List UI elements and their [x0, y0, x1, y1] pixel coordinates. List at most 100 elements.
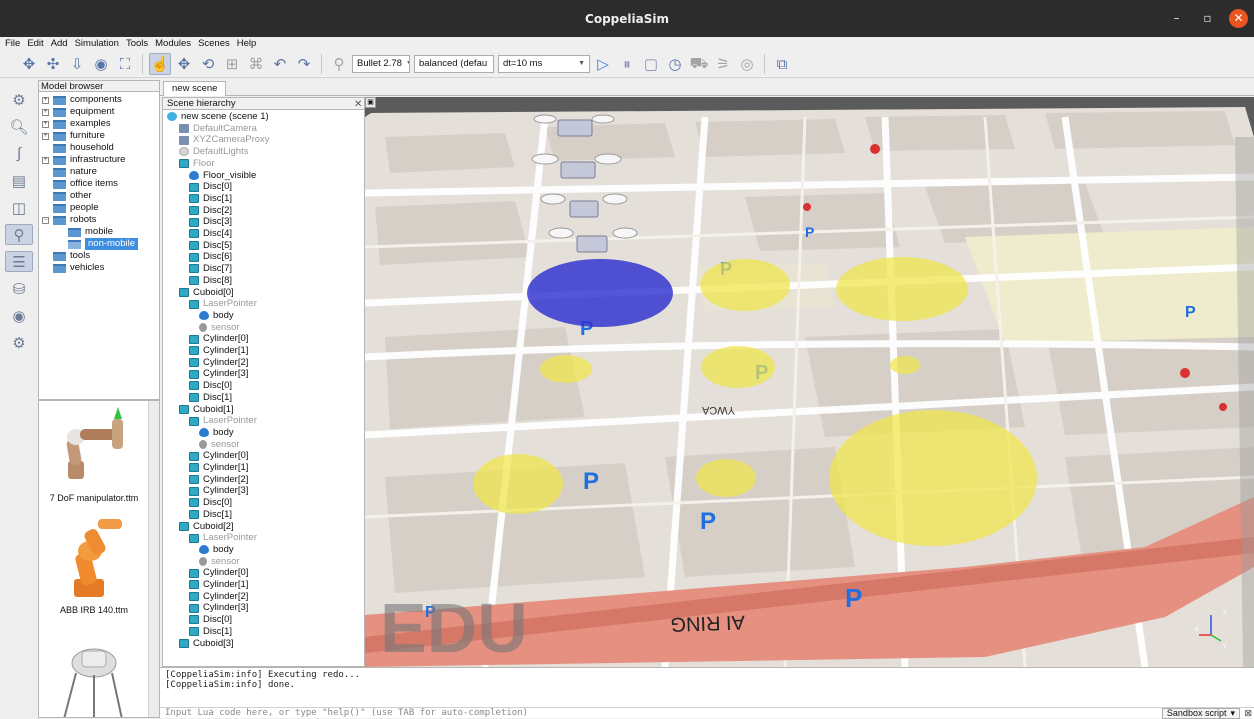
- hierarchy-item[interactable]: Cylinder[2]: [189, 474, 248, 486]
- hierarchy-item[interactable]: Disc[0]: [189, 497, 232, 509]
- collections-icon[interactable]: ▤: [5, 170, 33, 191]
- hierarchy-item[interactable]: Disc[5]: [189, 240, 232, 252]
- hierarchy-item[interactable]: LaserPointer: [189, 298, 257, 310]
- dynamics-settings-select[interactable]: balanced (defau▼: [414, 55, 494, 73]
- undo-icon[interactable]: ↶: [269, 53, 291, 75]
- minimize-button[interactable]: –: [1167, 9, 1186, 28]
- start-simulation-icon[interactable]: ▷: [592, 53, 614, 75]
- hierarchy-item[interactable]: Disc[0]: [189, 181, 232, 193]
- layers-icon[interactable]: ⛁: [5, 278, 33, 299]
- model-thumb-7dof[interactable]: 7 DoF manipulator.ttm: [39, 407, 149, 507]
- hierarchy-item[interactable]: Disc[1]: [189, 509, 232, 521]
- collapse-icon[interactable]: −: [42, 216, 49, 224]
- model-folder-components[interactable]: + components: [42, 94, 159, 106]
- video-recorder-icon[interactable]: ◉: [5, 305, 33, 326]
- tab-new-scene[interactable]: new scene: [163, 81, 227, 96]
- model-folder-examples[interactable]: + examples: [42, 118, 159, 130]
- maximize-button[interactable]: ▫: [1198, 9, 1217, 28]
- menu-modules[interactable]: Modules: [155, 37, 191, 51]
- hierarchy-item[interactable]: body: [199, 544, 234, 556]
- hierarchy-item[interactable]: Cuboid[2]: [179, 521, 234, 533]
- model-folder-other[interactable]: other: [42, 190, 159, 202]
- model-folder-robots[interactable]: − robots: [42, 214, 159, 226]
- hierarchy-item[interactable]: Cylinder[0]: [189, 567, 248, 579]
- hierarchy-item[interactable]: Cuboid[1]: [179, 404, 234, 416]
- hierarchy-item[interactable]: Cylinder[1]: [189, 579, 248, 591]
- model-thumb-abb-irb-140[interactable]: ABB IRB 140.ttm: [39, 513, 149, 623]
- model-folder-nature[interactable]: nature: [42, 166, 159, 178]
- hierarchy-item[interactable]: Disc[1]: [189, 626, 232, 638]
- hierarchy-item[interactable]: Disc[1]: [189, 193, 232, 205]
- hierarchy-item[interactable]: DefaultLights: [179, 146, 248, 158]
- object-rotate-icon[interactable]: ⟲: [197, 53, 219, 75]
- model-folder-furniture[interactable]: + furniture: [42, 130, 159, 142]
- model-folder-equipment[interactable]: + equipment: [42, 106, 159, 118]
- expand-icon[interactable]: +: [42, 132, 49, 140]
- hierarchy-item[interactable]: Floor_visible: [189, 170, 256, 182]
- model-folder-people[interactable]: people: [42, 202, 159, 214]
- model-folder-tools[interactable]: tools: [42, 250, 159, 262]
- close-button[interactable]: ✕: [1229, 9, 1248, 28]
- click-select-icon[interactable]: ☝: [149, 53, 171, 75]
- hierarchy-item[interactable]: Cylinder[0]: [189, 333, 248, 345]
- hierarchy-item[interactable]: Cylinder[0]: [189, 450, 248, 462]
- scene-hierarchy-icon[interactable]: ☰: [5, 251, 33, 272]
- hierarchy-item[interactable]: sensor: [199, 556, 240, 568]
- hierarchy-item[interactable]: body: [199, 310, 234, 322]
- menu-tools[interactable]: Tools: [126, 37, 148, 51]
- faster-icon[interactable]: ⚞: [712, 53, 734, 75]
- physics-engine-select[interactable]: Bullet 2.78▼: [352, 55, 410, 73]
- slower-icon[interactable]: ⛟: [688, 53, 710, 75]
- hierarchy-item[interactable]: Cylinder[2]: [189, 357, 248, 369]
- lua-command-bar[interactable]: Input Lua code here, or type "help()" (u…: [160, 707, 1254, 719]
- hierarchy-item[interactable]: Disc[6]: [189, 251, 232, 263]
- hierarchy-item[interactable]: Cuboid[0]: [179, 287, 234, 299]
- hierarchy-item[interactable]: Disc[8]: [189, 275, 232, 287]
- hierarchy-item[interactable]: sensor: [199, 322, 240, 334]
- menu-scenes[interactable]: Scenes: [198, 37, 230, 51]
- visualization-icon[interactable]: ◎: [736, 53, 758, 75]
- hierarchy-item[interactable]: Disc[2]: [189, 205, 232, 217]
- scripts-icon[interactable]: ◫: [5, 197, 33, 218]
- model-folder-infrastructure[interactable]: + infrastructure: [42, 154, 159, 166]
- model-browser-icon[interactable]: ⚲: [5, 224, 33, 245]
- camera-rotate-icon[interactable]: ✣: [42, 53, 64, 75]
- hierarchy-item[interactable]: Disc[7]: [189, 263, 232, 275]
- hierarchy-item[interactable]: LaserPointer: [189, 532, 257, 544]
- stop-simulation-icon[interactable]: ▢: [640, 53, 662, 75]
- calculation-modules-icon[interactable]: 🔍︎: [5, 116, 33, 137]
- expand-icon[interactable]: +: [42, 156, 49, 164]
- hierarchy-item[interactable]: Cylinder[2]: [189, 591, 248, 603]
- hierarchy-item[interactable]: Disc[0]: [189, 380, 232, 392]
- lua-input[interactable]: Input Lua code here, or type "help()" (u…: [165, 708, 528, 718]
- page-selector-icon[interactable]: ⧉: [771, 53, 793, 75]
- assemble-icon[interactable]: ⊞: [221, 53, 243, 75]
- model-thumb-delta[interactable]: [39, 641, 149, 717]
- hierarchy-item[interactable]: Floor: [179, 158, 215, 170]
- hierarchy-item[interactable]: Disc[0]: [189, 614, 232, 626]
- transfer-dna-icon[interactable]: ⌘: [245, 53, 267, 75]
- dynamics-icon[interactable]: ⚲: [328, 53, 350, 75]
- object-properties-icon[interactable]: ⚙: [5, 89, 33, 110]
- hierarchy-item[interactable]: Disc[4]: [189, 228, 232, 240]
- hierarchy-item[interactable]: Disc[1]: [189, 392, 232, 404]
- realtime-mode-icon[interactable]: ◷: [664, 53, 686, 75]
- clear-console-icon[interactable]: ⊠: [1244, 708, 1252, 719]
- hierarchy-item[interactable]: Cylinder[1]: [189, 462, 248, 474]
- hierarchy-item[interactable]: Disc[3]: [189, 216, 232, 228]
- redo-icon[interactable]: ↷: [293, 53, 315, 75]
- close-hierarchy-icon[interactable]: ✕: [354, 99, 362, 110]
- model-folder-mobile[interactable]: mobile: [42, 226, 159, 238]
- model-folder-vehicles[interactable]: vehicles: [42, 262, 159, 274]
- hierarchy-item[interactable]: body: [199, 427, 234, 439]
- menu-file[interactable]: File: [5, 37, 20, 51]
- camera-shift-icon[interactable]: ⇩: [66, 53, 88, 75]
- camera-angle-icon[interactable]: ◉: [90, 53, 112, 75]
- hierarchy-item[interactable]: sensor: [199, 439, 240, 451]
- fit-to-view-icon[interactable]: ⛶: [114, 53, 136, 75]
- expand-icon[interactable]: +: [42, 120, 49, 128]
- camera-pan-icon[interactable]: ✥: [18, 53, 40, 75]
- pause-simulation-icon[interactable]: ⏸: [616, 53, 638, 75]
- hierarchy-item[interactable]: Cuboid[3]: [179, 638, 234, 650]
- 3d-viewport[interactable]: P P P P P P P P P AI RING YWCA: [365, 97, 1254, 667]
